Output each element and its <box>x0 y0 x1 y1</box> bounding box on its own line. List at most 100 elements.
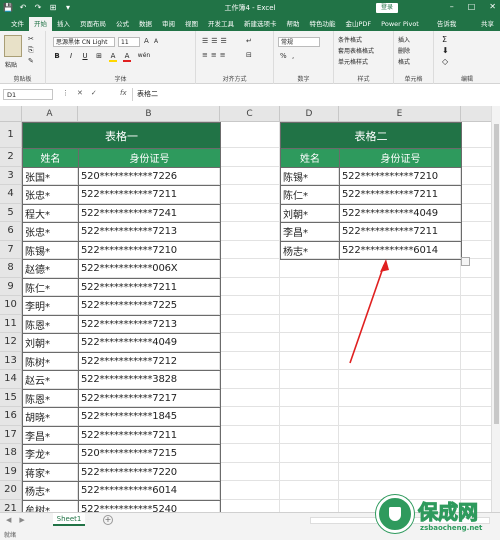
id-number-cell[interactable]: 522***********4049 <box>339 203 462 223</box>
row-header[interactable]: 10 <box>0 296 22 315</box>
select-all-corner[interactable] <box>0 106 22 122</box>
bold-button[interactable]: B <box>53 52 61 62</box>
name-cell[interactable]: 赵云* <box>22 370 79 390</box>
cell-styles-button[interactable]: 单元格样式 <box>338 57 368 66</box>
table-two-header-id[interactable]: 身份证号 <box>339 148 462 168</box>
row-header[interactable]: 4 <box>0 185 22 204</box>
tab-view[interactable]: 视图 <box>180 17 203 31</box>
border-button[interactable]: ⊞ <box>95 52 103 62</box>
name-cell[interactable]: 陈恩* <box>22 388 79 408</box>
decrease-font-icon[interactable]: A <box>154 38 158 45</box>
name-cell[interactable]: 杨志* <box>280 240 340 260</box>
row-header[interactable]: 15 <box>0 388 22 407</box>
next-sheet-icon[interactable]: ▶ <box>19 516 24 524</box>
id-number-cell[interactable]: 522***********4049 <box>78 333 221 353</box>
clear-icon[interactable]: ◇ <box>442 57 448 66</box>
fill-color-button[interactable]: A <box>109 52 117 62</box>
font-size-select[interactable]: 11 <box>118 37 140 47</box>
more-icon[interactable]: ⋮ <box>62 89 69 97</box>
enter-icon[interactable]: ✓ <box>91 89 97 97</box>
font-name-select[interactable]: 思源黑体 CN Light <box>53 37 115 47</box>
table-two-header-name[interactable]: 姓名 <box>280 148 340 168</box>
row-header[interactable]: 13 <box>0 351 22 370</box>
name-cell[interactable]: 牟树* <box>22 499 79 512</box>
id-number-cell[interactable]: 522***********7210 <box>78 240 221 260</box>
name-box[interactable]: D1 <box>3 89 53 100</box>
id-number-cell[interactable]: 522***********3828 <box>78 370 221 390</box>
row-header[interactable]: 2 <box>0 148 22 167</box>
worksheet-grid[interactable]: A B C D E 1 2 3 4 5 6 7 8 9 10 11 12 13 14 15 16 17 18 19 2… <box>0 106 500 512</box>
id-number-cell[interactable]: 522***********6014 <box>78 481 221 501</box>
id-number-cell[interactable]: 522***********7211 <box>339 222 462 242</box>
delete-cells-button[interactable]: 删除 <box>398 46 410 55</box>
insert-cells-button[interactable]: 插入 <box>398 35 410 44</box>
horizontal-align-icons[interactable]: ≡≡≡ <box>202 51 229 59</box>
id-number-cell[interactable]: 522***********7220 <box>78 462 221 482</box>
id-number-cell[interactable]: 522***********7213 <box>78 314 221 334</box>
name-cell[interactable]: 张忠* <box>22 185 79 205</box>
id-number-cell[interactable]: 522***********7213 <box>78 222 221 242</box>
row-header[interactable]: 5 <box>0 203 22 222</box>
column-header-c[interactable]: C <box>220 106 280 122</box>
row-header[interactable]: 17 <box>0 425 22 444</box>
id-number-cell[interactable]: 522***********5240 <box>78 499 221 512</box>
format-as-table-button[interactable]: 套用表格格式 <box>338 46 374 55</box>
row-header[interactable]: 1 <box>0 122 22 148</box>
tab-review[interactable]: 审阅 <box>157 17 180 31</box>
sheet-tab-sheet1[interactable]: Sheet1 <box>53 513 85 526</box>
insert-function-icon[interactable]: fx <box>120 89 127 97</box>
column-header-a[interactable]: A <box>22 106 78 122</box>
id-number-cell[interactable]: 522***********7225 <box>78 296 221 316</box>
name-cell[interactable]: 陈锡* <box>280 166 340 186</box>
vertical-scroll-thumb[interactable] <box>494 124 499 424</box>
name-cell[interactable]: 张忠* <box>22 222 79 242</box>
id-number-cell[interactable]: 522***********6014 <box>339 240 462 260</box>
increase-font-icon[interactable]: A <box>144 37 149 45</box>
name-cell[interactable]: 陈仁* <box>280 185 340 205</box>
tab-power-pivot[interactable]: Power Pivot <box>376 17 424 31</box>
name-cell[interactable]: 张国* <box>22 166 79 186</box>
copy-icon[interactable]: ⎘ <box>28 46 34 55</box>
name-cell[interactable]: 赵德* <box>22 259 79 279</box>
row-header[interactable]: 9 <box>0 277 22 296</box>
id-number-cell[interactable]: 522***********7212 <box>78 351 221 371</box>
row-header[interactable]: 21 <box>0 499 22 512</box>
name-cell[interactable]: 李昌* <box>280 222 340 242</box>
format-painter-icon[interactable]: ✎ <box>28 57 34 65</box>
row-header[interactable]: 8 <box>0 259 22 278</box>
tab-page-layout[interactable]: 页面布局 <box>75 17 111 31</box>
id-number-cell[interactable]: 520***********7215 <box>78 444 221 464</box>
percent-icon[interactable]: % <box>280 52 287 60</box>
tab-formulas[interactable]: 公式 <box>111 17 134 31</box>
cut-icon[interactable]: ✂ <box>28 35 34 43</box>
row-header[interactable]: 14 <box>0 370 22 389</box>
row-header[interactable]: 19 <box>0 462 22 481</box>
row-header[interactable]: 16 <box>0 407 22 426</box>
tab-new[interactable]: 新建选项卡 <box>239 17 282 31</box>
table-one-header-id[interactable]: 身份证号 <box>78 148 221 168</box>
paste-label[interactable]: 粘贴 <box>5 60 17 69</box>
tab-developer[interactable]: 开发工具 <box>203 17 239 31</box>
tab-data[interactable]: 数据 <box>134 17 157 31</box>
table-two-title[interactable]: 表格二 <box>280 122 462 149</box>
comma-icon[interactable]: , <box>292 52 294 60</box>
row-header[interactable]: 11 <box>0 314 22 333</box>
row-header[interactable]: 6 <box>0 222 22 241</box>
table-one-header-name[interactable]: 姓名 <box>22 148 79 168</box>
id-number-cell[interactable]: 520***********7226 <box>78 166 221 186</box>
name-cell[interactable]: 李昌* <box>22 425 79 445</box>
id-number-cell[interactable]: 522***********7211 <box>78 425 221 445</box>
name-cell[interactable]: 陈恩* <box>22 314 79 334</box>
name-cell[interactable]: 程大* <box>22 203 79 223</box>
close-icon[interactable]: ✕ <box>489 2 496 11</box>
vertical-align-icons[interactable]: ☰☰☰ <box>202 37 230 45</box>
name-cell[interactable]: 蒋家* <box>22 462 79 482</box>
row-header[interactable]: 18 <box>0 444 22 463</box>
row-header[interactable]: 3 <box>0 166 22 185</box>
row-header[interactable]: 12 <box>0 333 22 352</box>
name-cell[interactable]: 刘朝* <box>280 203 340 223</box>
vertical-scrollbar[interactable] <box>491 106 500 512</box>
name-cell[interactable]: 李明* <box>22 296 79 316</box>
tab-features[interactable]: 特色功能 <box>305 17 341 31</box>
name-cell[interactable]: 杨志* <box>22 481 79 501</box>
